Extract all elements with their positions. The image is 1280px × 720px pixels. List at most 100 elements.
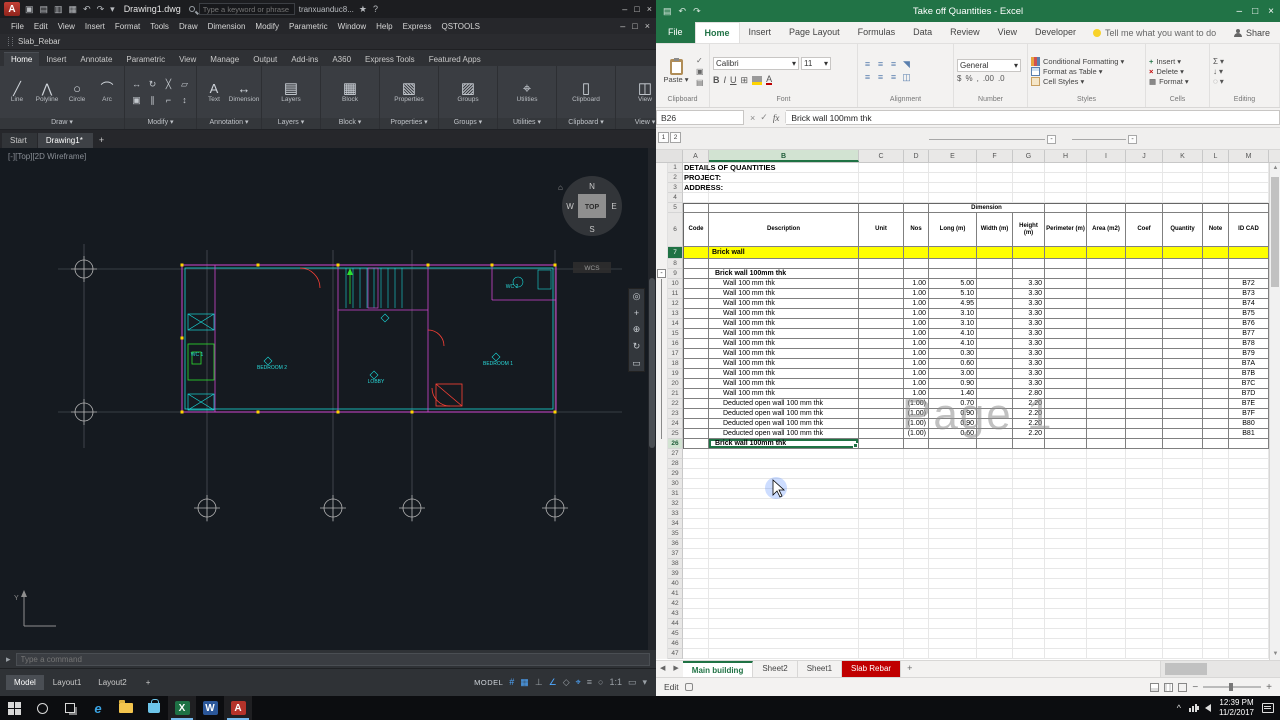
cell-H18[interactable] [1045,359,1087,369]
cell-G31[interactable] [1013,489,1045,499]
cell-A17[interactable] [683,349,709,359]
cell-D9[interactable] [904,269,929,279]
cell-J34[interactable] [1126,519,1163,529]
cell-L18[interactable] [1203,359,1229,369]
cell-C37[interactable] [859,549,904,559]
cell-L17[interactable] [1203,349,1229,359]
cell-J36[interactable] [1126,539,1163,549]
italic-button[interactable]: I [724,75,727,85]
cell-J11[interactable] [1126,289,1163,299]
menu-insert[interactable]: Insert [80,22,110,31]
column-header-K[interactable]: K [1163,150,1203,162]
cell-F47[interactable] [977,649,1013,659]
cell-B40[interactable] [709,579,859,589]
cell-A42[interactable] [683,599,709,609]
cell-L30[interactable] [1203,479,1229,489]
cell-H41[interactable] [1045,589,1087,599]
a360-icon[interactable]: ★ [358,4,368,15]
taskbar-clock[interactable]: 12:39 PM 11/2/2017 [1219,698,1254,718]
cell-D45[interactable] [904,629,929,639]
isodraft-icon[interactable]: ◇ [560,677,573,688]
cell-C32[interactable] [859,499,904,509]
grid-display-icon[interactable]: # [506,677,517,688]
cell-D32[interactable] [904,499,929,509]
cell-E6[interactable]: Long (m) [929,213,977,247]
cell-M46[interactable] [1229,639,1269,649]
full-navigation-wheel-icon[interactable]: ◎ [633,291,641,302]
cell-G10[interactable]: 3.30 [1013,279,1045,289]
copy-icon[interactable]: ▣ [129,93,144,108]
alignment-group-label[interactable]: Alignment [861,96,950,107]
zoom-extents-icon[interactable]: ⊕ [633,324,641,335]
tool-line[interactable]: ╱ Line [4,81,30,103]
excel-tab-review[interactable]: Review [941,22,989,43]
cell-J38[interactable] [1126,559,1163,569]
cell-D5[interactable] [904,203,929,213]
cell-H34[interactable] [1045,519,1087,529]
cell-I30[interactable] [1087,479,1126,489]
canvas-scrollbar[interactable] [648,148,656,650]
zoom-in-button[interactable]: + [1266,682,1272,693]
cell-K35[interactable] [1163,529,1203,539]
row-header-21[interactable]: 21 [668,389,683,399]
cell-E24[interactable]: 0.90 [929,419,977,429]
cell-G4[interactable] [1013,193,1045,203]
styles-button-cell-styles[interactable]: Cell Styles ▾ [1031,76,1124,86]
cell-D29[interactable] [904,469,929,479]
cell-A24[interactable] [683,419,709,429]
cell-K21[interactable] [1163,389,1203,399]
cell-I7[interactable] [1087,247,1126,259]
font-group-label[interactable]: Font [713,96,854,107]
cell-F40[interactable] [977,579,1013,589]
cell-H17[interactable] [1045,349,1087,359]
cell-F18[interactable] [977,359,1013,369]
menu-view[interactable]: View [53,22,80,31]
cell-D14[interactable]: 1.00 [904,319,929,329]
cell-I37[interactable] [1087,549,1126,559]
cell-E26[interactable] [929,439,977,449]
cell-L1[interactable] [1203,163,1229,173]
cell-B7[interactable]: Brick wall [709,247,859,259]
row-header-46[interactable]: 46 [668,639,683,649]
cell-F41[interactable] [977,589,1013,599]
cell-L8[interactable] [1203,259,1229,269]
cell-K39[interactable] [1163,569,1203,579]
cell-E8[interactable] [929,259,977,269]
cell-D28[interactable] [904,459,929,469]
cell-K34[interactable] [1163,519,1203,529]
cell-C46[interactable] [859,639,904,649]
save-icon[interactable]: ▥ [53,4,64,15]
cell-M8[interactable] [1229,259,1269,269]
autocad-app-icon[interactable]: A [4,2,20,16]
task-view-button[interactable] [56,696,84,720]
cell-D38[interactable] [904,559,929,569]
cell-H40[interactable] [1045,579,1087,589]
osnap-icon[interactable]: ⌖ [573,677,584,688]
tool-arc[interactable]: ⌒ Arc [94,81,120,103]
new-drawing-tab-button[interactable]: + [94,132,109,148]
cell-M33[interactable] [1229,509,1269,519]
excel-tab-insert[interactable]: Insert [740,22,781,43]
cell-F44[interactable] [977,619,1013,629]
cell-H7[interactable] [1045,247,1087,259]
row-header-40[interactable]: 40 [668,579,683,589]
cell-C25[interactable] [859,429,904,439]
excel-tab-page-layout[interactable]: Page Layout [780,22,849,43]
row-header-39[interactable]: 39 [668,569,683,579]
panel-button-clipboard[interactable]: ▯ Clipboard [561,81,611,103]
cell-H19[interactable] [1045,369,1087,379]
cell-J43[interactable] [1126,609,1163,619]
cell-H29[interactable] [1045,469,1087,479]
row-header-43[interactable]: 43 [668,609,683,619]
cell-H37[interactable] [1045,549,1087,559]
cell-G20[interactable]: 3.30 [1013,379,1045,389]
excel-tab-developer[interactable]: Developer [1026,22,1085,43]
row-header-4[interactable]: 4 [668,193,683,203]
row-header-13[interactable]: 13 [668,309,683,319]
cell-M42[interactable] [1229,599,1269,609]
cell-I41[interactable] [1087,589,1126,599]
layout-tab-model[interactable]: Model [6,675,44,690]
share-button[interactable]: Share [1228,22,1276,43]
cell-F3[interactable] [977,183,1013,193]
cell-E25[interactable]: 0.60 [929,429,977,439]
